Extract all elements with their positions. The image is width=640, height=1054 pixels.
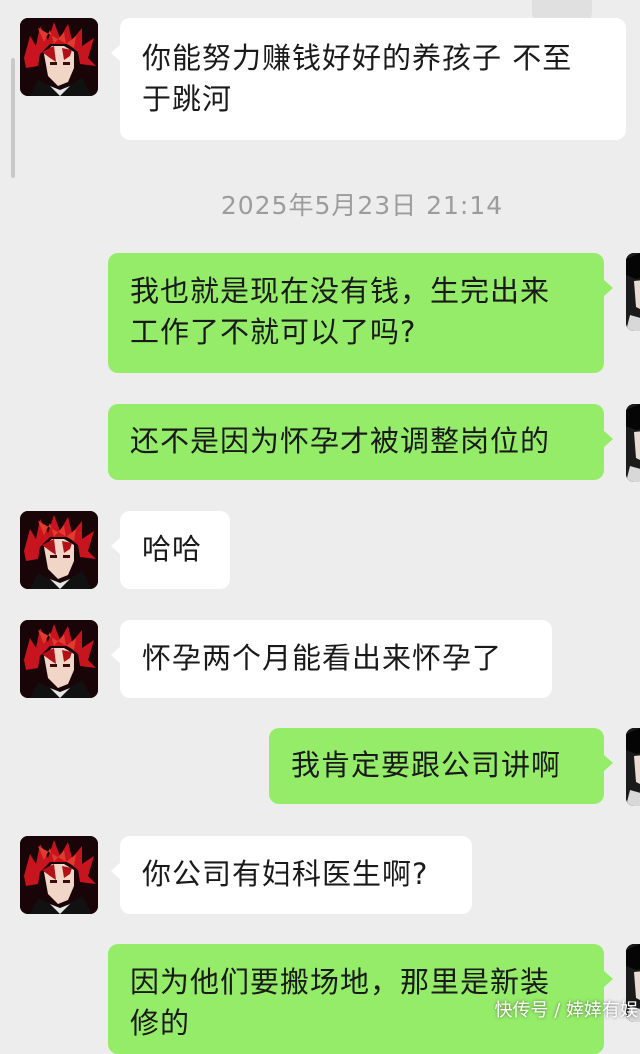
message-bubble-incoming[interactable]: 怀孕两个月能看出来怀孕了 xyxy=(111,620,552,698)
message-bubble-incoming[interactable]: 你能努力赚钱好好的养孩子 不至 于跳河 xyxy=(111,18,626,140)
message-bubble-outgoing[interactable]: 我也就是现在没有钱，生完出来 工作了不就可以了吗? xyxy=(108,253,613,373)
message-text-line: 我肯定要跟公司讲啊 xyxy=(291,748,562,782)
self-avatar[interactable] xyxy=(626,404,640,482)
message-text-line: 你能努力赚钱好好的养孩子 不至 xyxy=(142,41,573,75)
message-bubble-incoming[interactable]: 哈哈 xyxy=(111,511,230,589)
scroll-indicator[interactable] xyxy=(11,58,15,178)
message-text-line: 还不是因为怀孕才被调整岗位的 xyxy=(130,424,551,458)
message-text-line: 怀孕两个月能看出来怀孕了 xyxy=(142,641,503,675)
message-bubble-outgoing[interactable]: 我肯定要跟公司讲啊 xyxy=(269,728,613,804)
watermark-text: 快传号 / 婞婞有娱 xyxy=(494,1000,638,1021)
message-bubble-outgoing[interactable]: 还不是因为怀孕才被调整岗位的 xyxy=(108,404,613,480)
message-text-line: 你公司有妇科医生啊? xyxy=(142,857,429,891)
message-text-line: 工作了不就可以了吗? xyxy=(130,315,417,349)
message-text-line: 于跳河 xyxy=(142,82,233,116)
contact-avatar[interactable] xyxy=(20,620,98,698)
self-avatar[interactable] xyxy=(626,253,640,331)
message-bubble-incoming[interactable]: 你公司有妇科医生啊? xyxy=(111,836,472,914)
message-text-line: 我也就是现在没有钱，生完出来 xyxy=(130,274,551,308)
contact-avatar[interactable] xyxy=(20,18,98,96)
contact-avatar[interactable] xyxy=(20,836,98,914)
chat-timestamp: 2025年5月23日 21:14 xyxy=(220,191,504,220)
contact-avatar[interactable] xyxy=(20,511,98,589)
message-text-line: 哈哈 xyxy=(142,532,203,566)
self-avatar[interactable] xyxy=(626,728,640,806)
